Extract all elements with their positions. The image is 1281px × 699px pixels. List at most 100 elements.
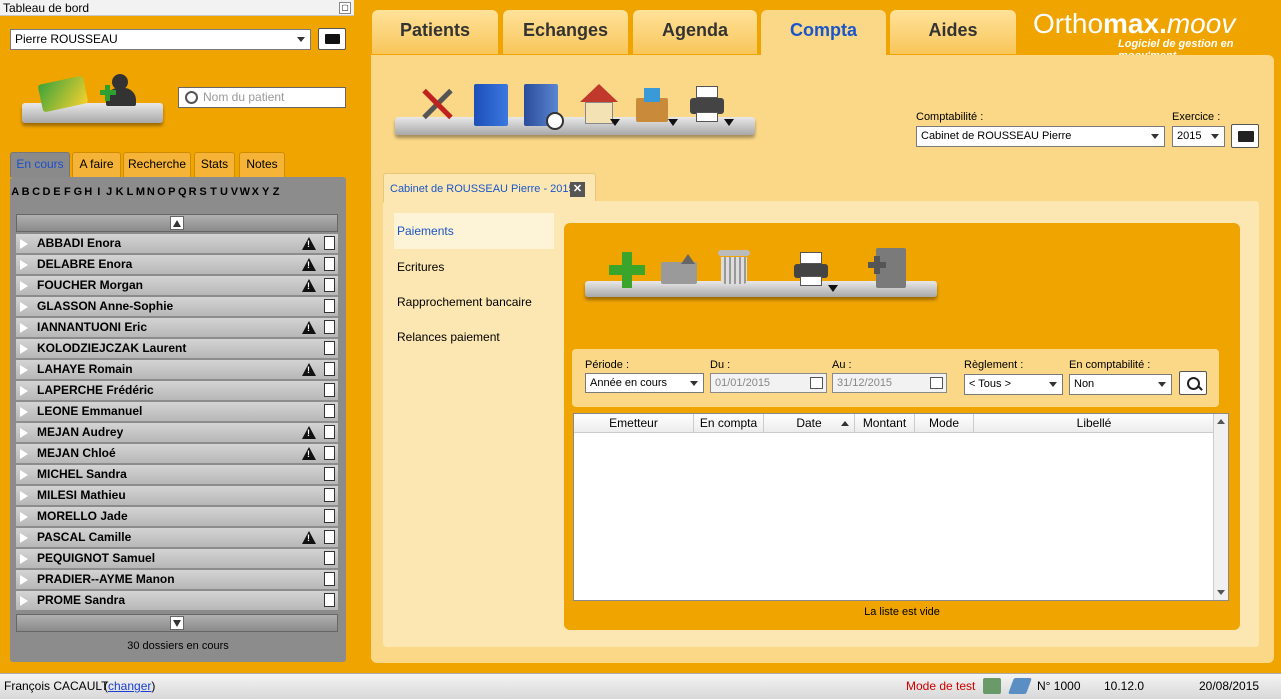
document-icon[interactable] [324,425,335,439]
patient-row[interactable]: FOUCHER Morgan [16,276,338,296]
document-icon[interactable] [324,341,335,355]
tools-icon[interactable] [419,85,457,123]
expand-icon[interactable] [20,365,28,375]
document-icon[interactable] [324,362,335,376]
du-date-input[interactable]: 01/01/2015 [710,373,827,393]
expand-icon[interactable] [20,596,28,606]
patient-row[interactable]: PRADIER--AYME Manon [16,570,338,590]
expand-icon[interactable] [20,281,28,291]
document-icon[interactable] [324,509,335,523]
expand-icon[interactable] [20,260,28,270]
expand-icon[interactable] [20,239,28,249]
au-date-input[interactable]: 31/12/2015 [832,373,947,393]
nav-ecritures[interactable]: Ecritures [397,260,444,274]
document-icon[interactable] [324,551,335,565]
expand-icon[interactable] [20,554,28,564]
alphabet-letter[interactable]: S [198,186,208,198]
en-compta-select[interactable]: Non [1069,374,1172,395]
alphabet-letter[interactable]: A [10,186,20,198]
alphabet-letter[interactable]: Q [177,186,187,198]
calendar-icon[interactable] [930,377,943,389]
book-icon[interactable] [474,84,508,126]
alphabet-letter[interactable]: L [125,186,135,198]
patient-row[interactable]: KOLODZIEJCZAK Laurent [16,339,338,359]
patient-row[interactable]: DELABRE Enora [16,255,338,275]
document-icon[interactable] [324,404,335,418]
network-icon[interactable] [983,678,1001,694]
document-icon[interactable] [324,320,335,334]
practitioner-select[interactable]: Pierre ROUSSEAU [10,29,311,50]
tab-echanges[interactable]: Echanges [503,10,628,54]
alphabet-letter[interactable]: E [52,186,62,198]
close-icon[interactable]: ✕ [570,182,585,197]
sync-icon[interactable] [1008,678,1032,694]
document-icon[interactable] [324,488,335,502]
nav-relances[interactable]: Relances paiement [397,330,500,344]
grid-scrollbar[interactable] [1213,414,1228,600]
expand-icon[interactable] [20,323,28,333]
scroll-down-bar[interactable] [16,614,338,632]
add-icon[interactable] [609,252,645,288]
expand-icon[interactable] [20,302,28,312]
alphabet-letter[interactable]: F [62,186,72,198]
document-icon[interactable] [324,236,335,250]
scroll-down-button[interactable] [170,616,184,630]
alphabet-letter[interactable]: G [73,186,83,198]
scroll-up-button[interactable] [170,216,184,230]
expand-icon[interactable] [20,428,28,438]
add-patient-icon[interactable] [100,74,140,110]
exercice-select[interactable]: 2015 [1172,126,1225,147]
reglement-select[interactable]: < Tous > [964,374,1063,395]
add-book-icon[interactable] [868,248,912,290]
house-icon[interactable] [578,84,620,126]
tab-en-cours[interactable]: En cours [10,152,70,177]
expand-icon[interactable] [20,344,28,354]
col-libelle[interactable]: Libellé [974,414,1215,433]
patient-search-input[interactable]: Nom du patient [178,87,346,108]
patient-row[interactable]: MEJAN Audrey [16,423,338,443]
expand-icon[interactable] [20,491,28,501]
document-icon[interactable] [324,383,335,397]
alphabet-letter[interactable]: D [41,186,51,198]
print-icon[interactable] [794,252,838,292]
alphabet-letter[interactable]: J [104,186,114,198]
alphabet-letter[interactable]: V [229,186,239,198]
comptabilite-select[interactable]: Cabinet de ROUSSEAU Pierre [916,126,1165,147]
pin-icon[interactable]: ▢ [339,2,351,14]
export-folder-icon[interactable] [661,254,699,284]
document-icon[interactable] [324,299,335,313]
expand-icon[interactable] [20,575,28,585]
alphabet-letter[interactable]: Z [271,186,281,198]
patient-row[interactable]: GLASSON Anne-Sophie [16,297,338,317]
archive-icon[interactable] [634,86,678,126]
col-date[interactable]: Date [764,414,855,433]
tab-notes[interactable]: Notes [239,152,285,177]
tab-compta[interactable]: Compta [761,10,886,56]
alphabet-letter[interactable]: T [208,186,218,198]
patient-row[interactable]: PASCAL Camille [16,528,338,548]
scroll-down-icon[interactable] [1217,590,1225,595]
alphabet-letter[interactable]: X [250,186,260,198]
alphabet-letter[interactable]: P [167,186,177,198]
col-en-compta[interactable]: En compta [694,414,764,433]
expand-icon[interactable] [20,407,28,417]
alphabet-letter[interactable]: N [146,186,156,198]
document-icon[interactable] [324,278,335,292]
tab-recherche[interactable]: Recherche [123,152,191,177]
patient-row[interactable]: MORELLO Jade [16,507,338,527]
open-card-button[interactable] [318,28,346,50]
ledger-clock-icon[interactable] [524,84,564,130]
patient-row[interactable]: LEONE Emmanuel [16,402,338,422]
patient-row[interactable]: PROME Sandra [16,591,338,611]
open-folder-button[interactable] [1231,124,1259,148]
cabinet-tab[interactable]: Cabinet de ROUSSEAU Pierre - 2015 ✕ [383,173,596,202]
patient-row[interactable]: MICHEL Sandra [16,465,338,485]
alphabet-letter[interactable]: Y [261,186,271,198]
calendar-icon[interactable] [810,377,823,389]
expand-icon[interactable] [20,470,28,480]
patient-row[interactable]: ABBADI Enora [16,234,338,254]
document-icon[interactable] [324,593,335,607]
patient-row[interactable]: MILESI Mathieu [16,486,338,506]
alphabet-letter[interactable]: C [31,186,41,198]
tab-patients[interactable]: Patients [372,10,498,54]
